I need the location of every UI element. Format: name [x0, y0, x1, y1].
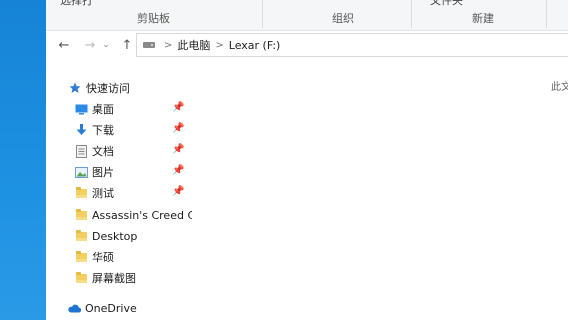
nav-item-folder[interactable]: Assassin's Creed C [74, 205, 192, 225]
nav-item-label: Desktop [92, 229, 138, 243]
nav-item-label: 快速访问 [86, 82, 130, 95]
chevron-right-icon: > [215, 39, 224, 51]
address-bar[interactable]: > 此电脑 > Lexar (F:) [136, 33, 568, 57]
pin-icon: 📌 [172, 186, 185, 197]
nav-item-downloads[interactable]: 下载 📌 [74, 120, 224, 140]
folder-icon [74, 229, 88, 243]
pin-icon: 📌 [172, 123, 185, 134]
nav-item-desktop[interactable]: 桌面 📌 [74, 99, 224, 119]
ribbon-divider [546, 0, 547, 28]
ribbon-divider [262, 0, 263, 28]
nav-item-label: 华硕 [92, 251, 114, 264]
pin-icon: 📌 [172, 144, 185, 155]
ribbon-divider [411, 0, 412, 28]
pictures-icon [74, 165, 88, 179]
nav-item-label: 图片 [92, 166, 114, 179]
drive-icon [143, 42, 155, 48]
chevron-down-icon: ⌄ [102, 40, 110, 50]
nav-item-label: Assassin's Creed C [92, 208, 192, 222]
nav-quick-access[interactable]: 快速访问 [68, 78, 218, 98]
ribbon-cut-label-right: 文件夹 [430, 0, 463, 7]
back-button[interactable]: ← [56, 37, 72, 53]
nav-item-label: 测试 [92, 187, 114, 200]
breadcrumb-this-pc[interactable]: 此电脑 [177, 37, 210, 53]
ribbon-group-new: 新建 [472, 12, 494, 25]
nav-item-folder[interactable]: 屏幕截图 [74, 268, 224, 288]
nav-item-label: 文档 [92, 145, 114, 158]
ribbon-group-organize: 组织 [332, 12, 354, 25]
nav-item-pictures[interactable]: 图片 📌 [74, 162, 224, 182]
nav-item-label: OneDrive [85, 301, 137, 315]
download-icon [74, 123, 88, 137]
nav-item-test-folder[interactable]: 测试 📌 [74, 183, 224, 203]
content-pane-hint: 此文 [551, 82, 568, 93]
folder-icon [74, 208, 88, 222]
forward-arrow-icon: → [84, 37, 96, 53]
desktop-icon [74, 102, 88, 116]
ribbon-group-clipboard: 剪贴板 [137, 12, 170, 25]
desktop-background [0, 0, 46, 320]
ribbon: 选择打 文件夹 剪贴板 组织 新建 [46, 0, 568, 31]
navigation-pane: 快速访问 桌面 📌 下载 📌 文档 📌 图片 📌 测试 📌 Assassin's… [46, 70, 196, 320]
nav-item-label: 桌面 [92, 103, 114, 116]
pin-icon: 📌 [172, 102, 185, 113]
ribbon-cut-label-left: 选择打 [60, 0, 93, 7]
recent-locations-button[interactable]: ⌄ [101, 37, 111, 53]
cloud-icon [67, 301, 81, 315]
back-arrow-icon: ← [58, 37, 70, 53]
folder-icon [74, 271, 88, 285]
navigation-bar: ← → ⌄ ↑ > 此电脑 > Lexar (F:) [46, 31, 568, 59]
up-arrow-icon: ↑ [121, 37, 133, 53]
up-button[interactable]: ↑ [120, 37, 134, 53]
folder-icon [74, 250, 88, 264]
star-icon [68, 81, 82, 95]
chevron-right-icon: > [164, 39, 173, 51]
nav-item-documents[interactable]: 文档 📌 [74, 141, 224, 161]
nav-item-folder[interactable]: 华硕 [74, 247, 224, 267]
folder-icon [74, 186, 88, 200]
forward-button[interactable]: → [82, 37, 98, 53]
pin-icon: 📌 [172, 165, 185, 176]
nav-item-label: 屏幕截图 [92, 272, 136, 285]
nav-item-folder[interactable]: Desktop [74, 226, 224, 246]
breadcrumb-drive[interactable]: Lexar (F:) [229, 39, 281, 52]
file-explorer-window: 选择打 文件夹 剪贴板 组织 新建 ← → ⌄ ↑ > 此电脑 > Lexar … [46, 0, 568, 320]
document-icon [74, 144, 88, 158]
nav-item-label: 下载 [92, 124, 114, 137]
nav-onedrive[interactable]: OneDrive [67, 298, 217, 318]
